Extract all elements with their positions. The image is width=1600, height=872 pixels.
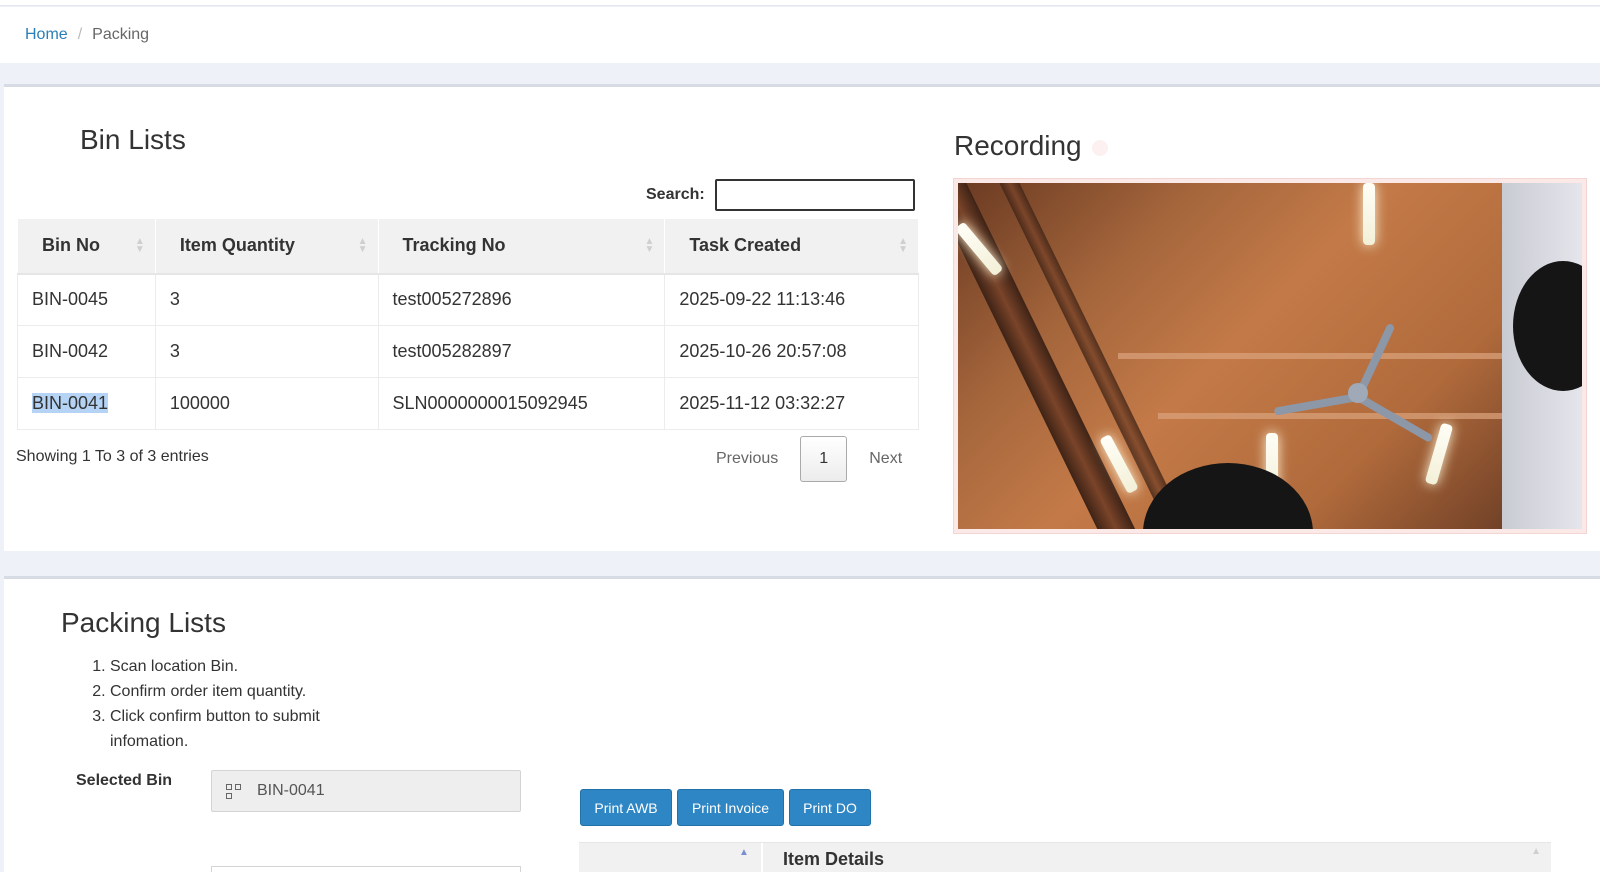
breadcrumb-home-link[interactable]: Home	[25, 26, 68, 44]
ceiling-fan-hub	[1348, 383, 1368, 403]
packing-instructions: Scan location Bin. Confirm order item qu…	[90, 654, 370, 754]
selected-text: BIN-0041	[32, 393, 109, 413]
cell-item-quantity: 3	[154, 325, 379, 378]
table-row[interactable]: BIN-0045 3 test005272896 2025-09-22 11:1…	[17, 273, 919, 326]
instruction-step: Confirm order item quantity.	[110, 679, 370, 704]
cell-item-quantity: 100000	[154, 377, 379, 430]
recording-title: Recording	[954, 130, 1082, 161]
sort-ascending-icon[interactable]: ▲	[739, 847, 749, 858]
cell-bin-no: BIN-0042	[17, 325, 156, 378]
camera-feed	[953, 178, 1587, 534]
cell-task-created: 2025-09-22 11:13:46	[664, 273, 919, 326]
breadcrumb-separator: /	[77, 26, 83, 43]
breadcrumb-current: Packing	[92, 26, 150, 43]
cell-task-created: 2025-10-26 20:57:08	[664, 325, 919, 378]
pagination: Previous 1 Next	[694, 436, 924, 482]
instruction-step: Click confirm button to submit infomatio…	[110, 704, 370, 754]
sort-icon: ▲ ▼	[644, 235, 655, 255]
column-header-task-created[interactable]: Task Created ▲ ▼	[664, 218, 919, 275]
cell-bin-no: BIN-0045	[17, 273, 156, 326]
packing-lists-title: Packing Lists	[61, 607, 226, 638]
page-1-button[interactable]: 1	[800, 436, 848, 482]
camera-feed-image	[958, 183, 1582, 529]
table-row[interactable]: BIN-0042 3 test005282897 2025-10-26 20:5…	[17, 325, 919, 378]
breadcrumb: Home / Packing	[0, 7, 1600, 63]
bin-lists-title: Bin Lists	[80, 124, 186, 155]
column-divider	[761, 843, 763, 872]
cell-tracking-no: SLN0000000015092945	[377, 377, 666, 430]
ceiling-lamp	[1363, 183, 1375, 245]
column-header-bin-no[interactable]: Bin No ▲ ▼	[17, 218, 156, 275]
bin-lists-table: Bin No ▲ ▼ Item Quantity ▲ ▼ Tracking No ▲ ▼ T…	[17, 218, 919, 430]
search-control: Search:	[646, 179, 915, 211]
cell-bin-no: BIN-0041	[17, 377, 156, 430]
person-head	[1143, 463, 1313, 529]
cell-task-created: 2025-11-12 03:32:27	[664, 377, 919, 430]
sort-icon: ▲ ▼	[898, 235, 908, 255]
search-input[interactable]	[714, 179, 915, 211]
entries-info: Showing 1 To 3 of 3 entries	[16, 448, 209, 465]
sort-icon: ▲ ▼	[357, 235, 368, 255]
previous-page-button[interactable]: Previous	[694, 450, 800, 468]
print-do-button[interactable]: Print DO	[789, 789, 871, 826]
item-details-table-header: ▲ Item Details ▲	[579, 842, 1551, 872]
next-page-button[interactable]: Next	[847, 450, 924, 468]
selected-bin-label: Selected Bin	[76, 772, 173, 789]
recording-indicator-icon	[1092, 140, 1108, 156]
instruction-step: Scan location Bin.	[110, 654, 370, 679]
column-header-item-quantity[interactable]: Item Quantity ▲ ▼	[154, 218, 379, 275]
table-row[interactable]: BIN-0041 100000 SLN0000000015092945 2025…	[17, 377, 919, 430]
qr-code-icon	[226, 783, 241, 799]
print-awb-button[interactable]: Print AWB	[580, 789, 672, 826]
sort-icon[interactable]: ▲	[1531, 846, 1541, 857]
search-label: Search:	[646, 186, 705, 203]
cell-tracking-no: test005272896	[377, 273, 666, 326]
selected-bin-value: BIN-0041	[257, 782, 325, 799]
column-header-tracking-no[interactable]: Tracking No ▲ ▼	[377, 218, 666, 275]
top-strip	[0, 0, 1600, 6]
selected-bin-field[interactable]: BIN-0041	[211, 770, 521, 812]
sort-icon: ▲ ▼	[134, 235, 145, 255]
next-input-field[interactable]	[211, 866, 521, 872]
ceiling-lamp	[1424, 422, 1454, 486]
print-invoice-button[interactable]: Print Invoice	[677, 789, 784, 826]
table-header-row: Bin No ▲ ▼ Item Quantity ▲ ▼ Tracking No ▲ ▼ T…	[17, 218, 919, 275]
cell-item-quantity: 3	[154, 273, 379, 326]
cell-tracking-no: test005282897	[377, 325, 666, 378]
column-header-item-details[interactable]: Item Details	[783, 849, 884, 870]
